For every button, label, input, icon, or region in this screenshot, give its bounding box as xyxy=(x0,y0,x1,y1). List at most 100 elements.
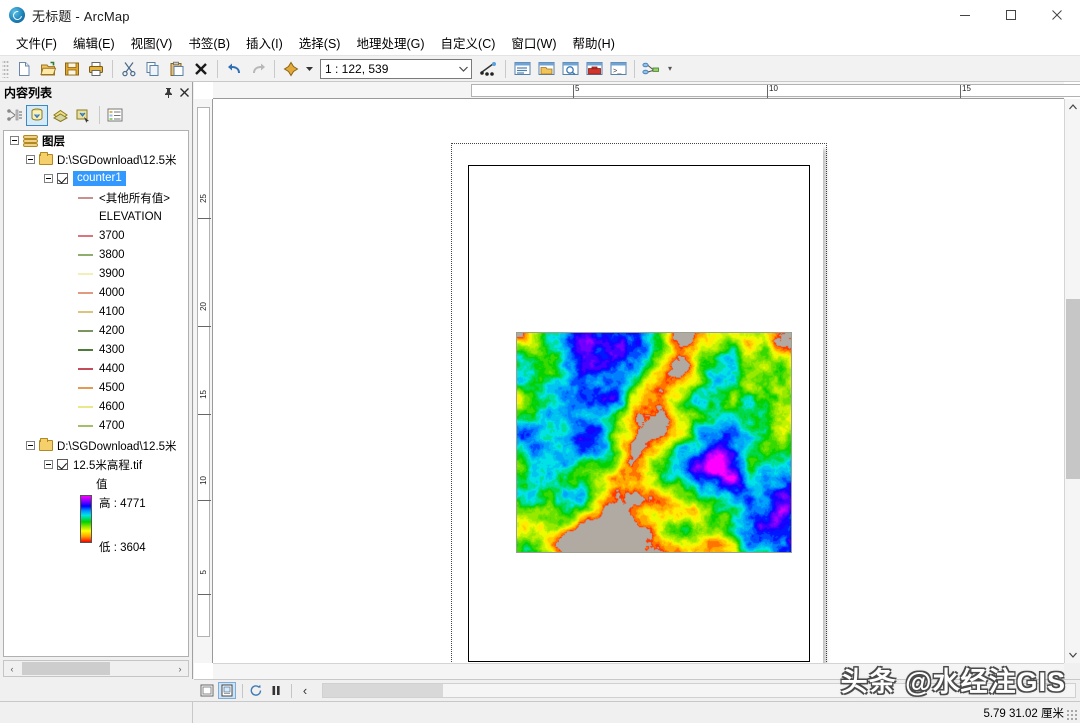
data-view-icon[interactable] xyxy=(198,682,216,699)
resize-grip[interactable] xyxy=(1066,709,1078,721)
map-horizontal-scrollbar[interactable] xyxy=(213,663,1064,679)
page-sheet[interactable] xyxy=(454,146,823,663)
toolbar-separator xyxy=(634,59,635,78)
new-map-icon[interactable] xyxy=(13,58,35,80)
add-data-icon[interactable] xyxy=(280,58,302,80)
legend-swatch-line xyxy=(78,424,93,427)
toolbar-separator xyxy=(505,59,506,78)
model-builder-icon[interactable] xyxy=(640,58,662,80)
list-by-selection-icon[interactable] xyxy=(72,105,94,126)
window-controls xyxy=(942,0,1080,30)
python-window-icon[interactable]: >_ xyxy=(607,58,629,80)
scroll-up-icon[interactable] xyxy=(1065,99,1080,115)
catalog-icon[interactable] xyxy=(535,58,557,80)
list-by-source-icon[interactable] xyxy=(26,104,48,126)
minimize-button[interactable] xyxy=(942,0,988,30)
map-vscroll-thumb[interactable] xyxy=(1066,299,1080,479)
pause-drawing-icon[interactable] xyxy=(267,682,285,699)
toc-group-raster-path[interactable]: D:\SGDownload\12.5米 xyxy=(4,436,188,455)
menu-bookmarks[interactable]: 书签(B) xyxy=(180,30,238,55)
layer-visibility-checkbox[interactable] xyxy=(57,459,68,470)
toc-layer-raster[interactable]: 12.5米高程.tif xyxy=(4,455,188,474)
search-icon[interactable] xyxy=(559,58,581,80)
toc-raster-value-heading: 值 xyxy=(4,474,188,493)
legend-class-value: 4100 xyxy=(99,305,125,318)
collapse-panel-icon[interactable]: ‹ xyxy=(296,682,314,699)
pin-icon[interactable] xyxy=(160,85,176,101)
toc-tree[interactable]: 图层 D:\SGDownload\12.5米 counter1 <其他所有值> xyxy=(3,130,189,657)
copy-icon[interactable] xyxy=(142,58,164,80)
toc-scroll-track[interactable] xyxy=(20,661,172,676)
ruler-label-v-2: 15 xyxy=(199,390,208,399)
close-button[interactable] xyxy=(1034,0,1080,30)
horizontal-ruler[interactable]: 5 10 15 20 xyxy=(213,82,1080,99)
layout-view-icon[interactable] xyxy=(218,682,236,699)
save-icon[interactable] xyxy=(61,58,83,80)
expander-icon[interactable] xyxy=(44,460,53,469)
arctoolbox-icon[interactable] xyxy=(583,58,605,80)
toc-group-counter1-path[interactable]: D:\SGDownload\12.5米 xyxy=(4,150,188,169)
svg-text:>_: >_ xyxy=(613,68,622,76)
ruler-tick xyxy=(198,414,211,415)
map-vertical-scrollbar[interactable] xyxy=(1064,99,1080,663)
toc-layer-counter1[interactable]: counter1 xyxy=(4,169,188,188)
toc-scroll-thumb[interactable] xyxy=(22,662,110,675)
print-icon[interactable] xyxy=(85,58,107,80)
expander-icon[interactable] xyxy=(26,155,35,164)
toc-group-path-label: D:\SGDownload\12.5米 xyxy=(57,154,177,167)
legend-other-values-label: <其他所有值> xyxy=(99,192,170,205)
legend-swatch-line xyxy=(78,234,93,237)
toc-root-layers[interactable]: 图层 xyxy=(4,131,188,150)
editor-toolbar-icon[interactable] xyxy=(478,58,500,80)
expander-icon[interactable] xyxy=(10,136,19,145)
viewbar-separator xyxy=(242,683,243,698)
ruler-tick xyxy=(198,326,211,327)
refresh-view-icon[interactable] xyxy=(247,682,265,699)
delete-icon[interactable] xyxy=(190,58,212,80)
menu-window[interactable]: 窗口(W) xyxy=(503,30,564,55)
menu-customize[interactable]: 自定义(C) xyxy=(433,30,504,55)
scroll-right-icon[interactable]: › xyxy=(172,661,188,676)
close-icon[interactable] xyxy=(176,85,192,101)
map-scale-combobox[interactable]: 1 : 122, 539 xyxy=(320,58,472,79)
menu-help[interactable]: 帮助(H) xyxy=(565,30,623,55)
table-of-contents-icon[interactable] xyxy=(511,58,533,80)
expander-icon[interactable] xyxy=(26,441,35,450)
legend-class-value: 4400 xyxy=(99,362,125,375)
vertical-ruler[interactable]: 25 20 15 10 5 xyxy=(194,99,213,663)
list-by-visibility-icon[interactable] xyxy=(49,105,71,126)
layout-canvas[interactable] xyxy=(213,99,1064,663)
toolbar-overflow-button[interactable]: ▾ xyxy=(665,58,675,80)
scroll-down-icon[interactable] xyxy=(1065,647,1080,663)
viewbar-scroll[interactable] xyxy=(322,683,1076,698)
scroll-left-icon[interactable]: ‹ xyxy=(4,661,20,676)
expander-icon[interactable] xyxy=(44,174,53,183)
menu-insert[interactable]: 插入(I) xyxy=(238,30,291,55)
chevron-down-icon[interactable] xyxy=(459,60,468,78)
ruler-tick xyxy=(198,594,211,595)
toc-options-icon[interactable] xyxy=(104,105,126,126)
add-data-dropdown-icon[interactable] xyxy=(304,58,315,80)
toolbar-grip[interactable] xyxy=(2,59,9,78)
paste-icon[interactable] xyxy=(166,58,188,80)
undo-icon[interactable] xyxy=(223,58,245,80)
toolbar-separator xyxy=(112,59,113,78)
data-frame[interactable] xyxy=(468,165,810,662)
maximize-button[interactable] xyxy=(988,0,1034,30)
menu-geoprocessing[interactable]: 地理处理(G) xyxy=(348,30,432,55)
toc-horizontal-scrollbar[interactable]: ‹ › xyxy=(3,660,189,677)
menu-view[interactable]: 视图(V) xyxy=(123,30,181,55)
menu-edit[interactable]: 编辑(E) xyxy=(65,30,123,55)
list-by-drawing-order-icon[interactable] xyxy=(3,105,25,126)
legend-class-value: 4500 xyxy=(99,381,125,394)
viewbar-scroll-thumb[interactable] xyxy=(323,684,443,697)
status-left-region xyxy=(0,702,193,723)
redo-icon[interactable] xyxy=(247,58,269,80)
legend-class-value: 4600 xyxy=(99,400,125,413)
menu-file[interactable]: 文件(F) xyxy=(8,30,65,55)
cut-icon[interactable] xyxy=(118,58,140,80)
menu-selection[interactable]: 选择(S) xyxy=(291,30,349,55)
dem-raster-image[interactable] xyxy=(516,332,792,553)
layer-visibility-checkbox[interactable] xyxy=(57,173,68,184)
open-icon[interactable] xyxy=(37,58,59,80)
